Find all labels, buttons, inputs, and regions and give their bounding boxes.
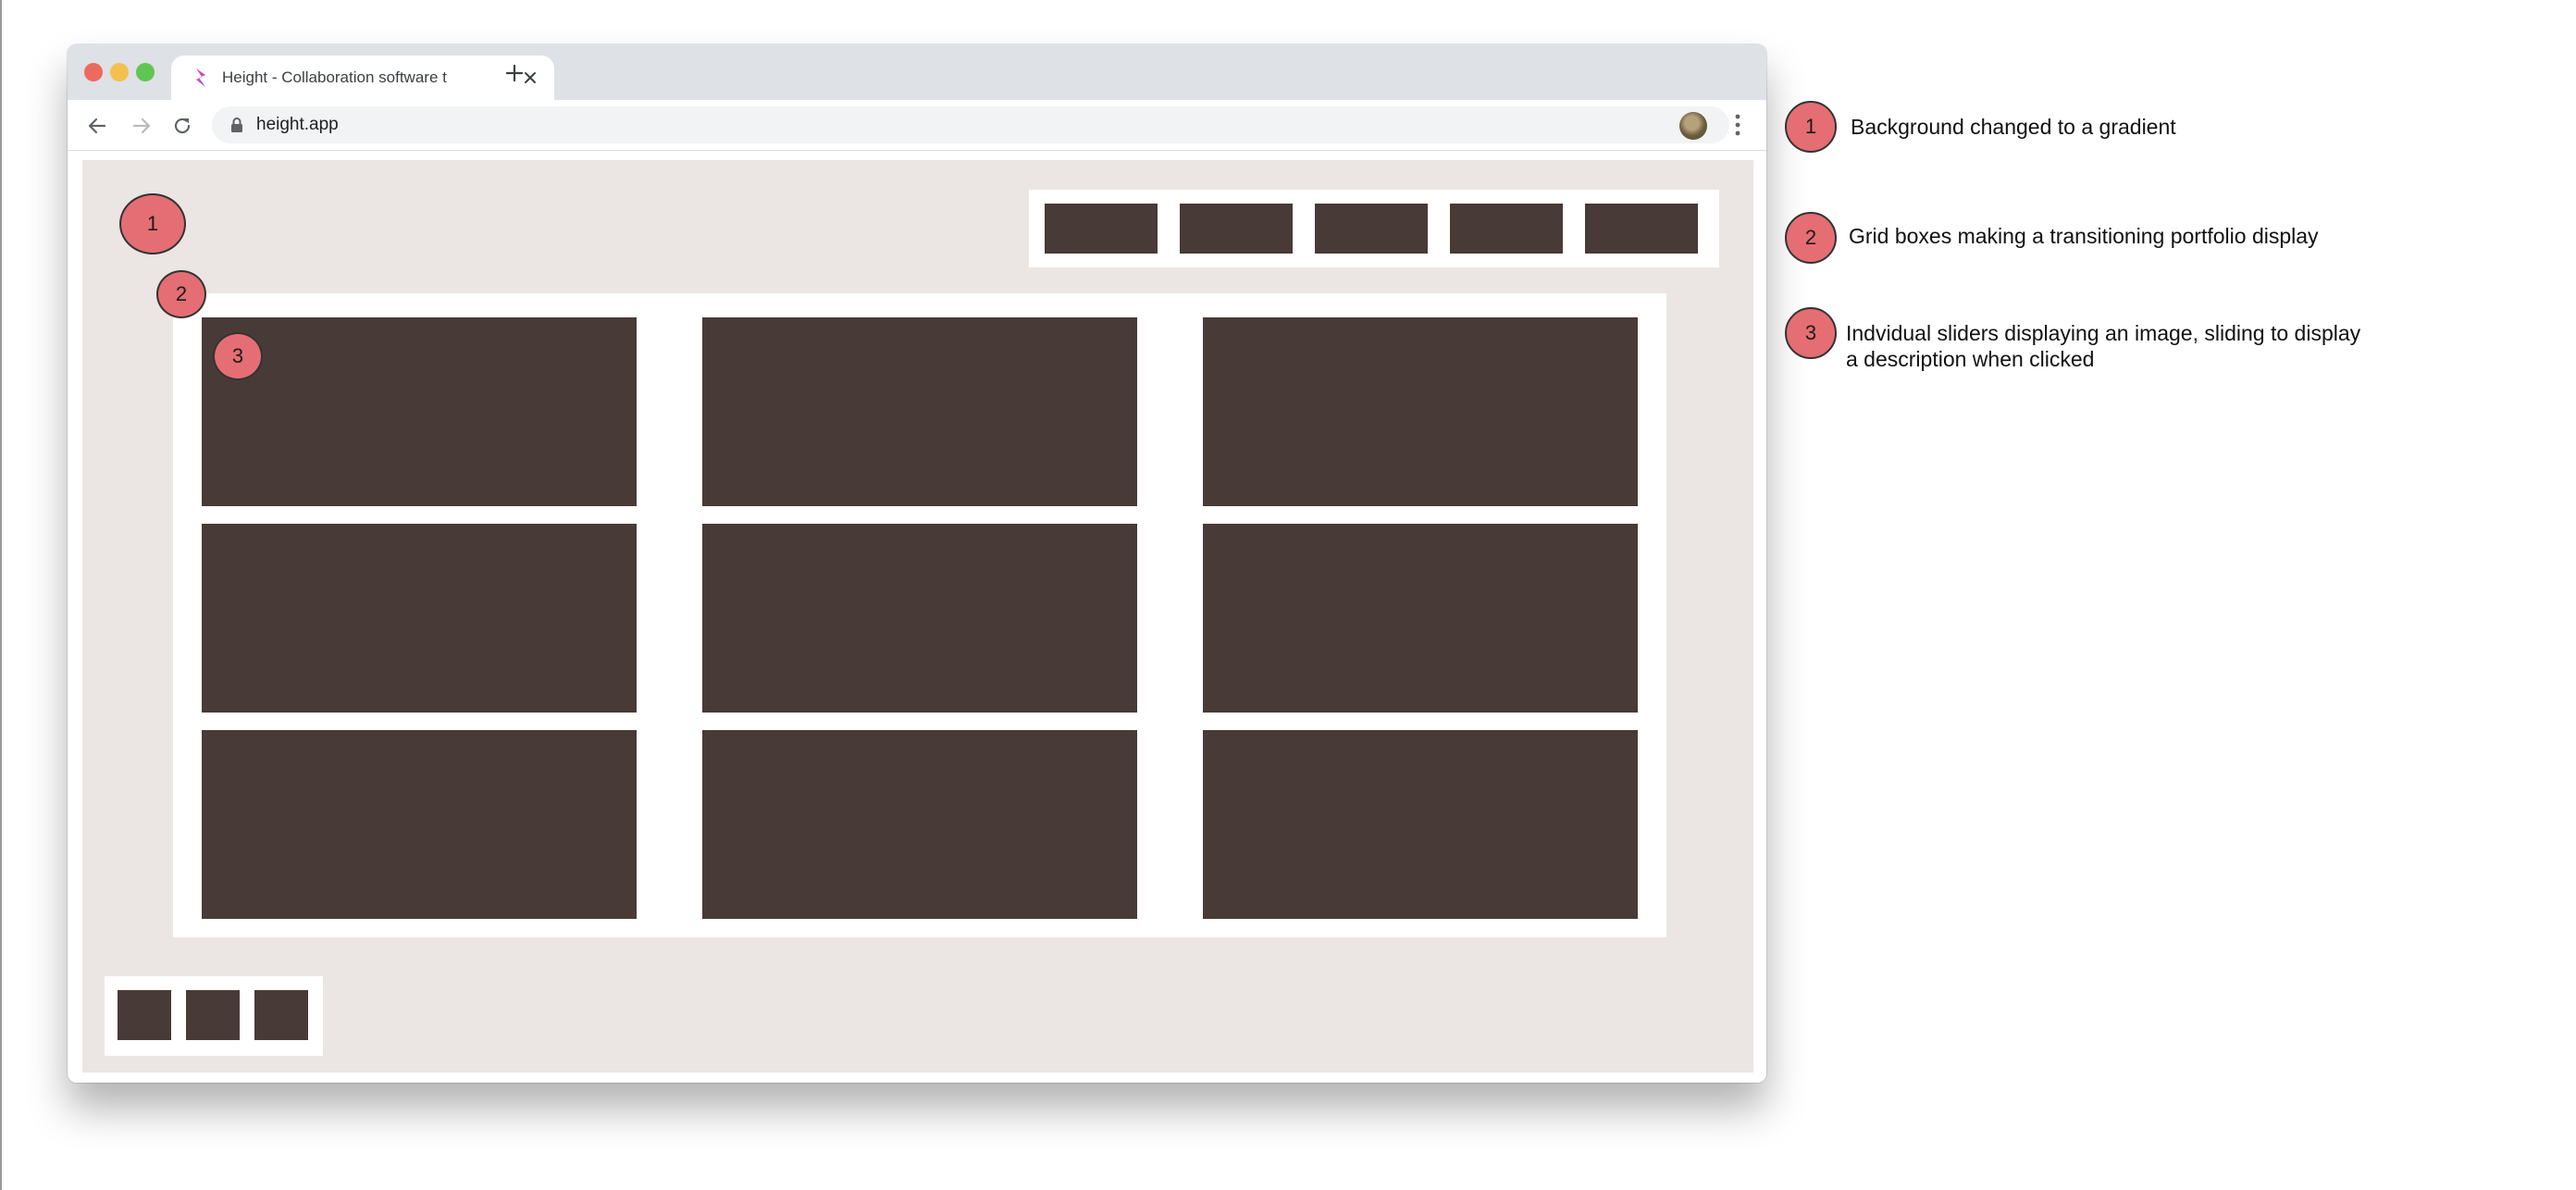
legend-marker-2: 2 [1785, 212, 1837, 264]
tab-strip: Height - Collaboration software t [68, 44, 1766, 100]
address-bar[interactable]: height.app [212, 106, 1729, 143]
page-left-border [0, 0, 2, 1190]
height-logo-icon [196, 68, 205, 87]
portfolio-slider[interactable] [702, 730, 1137, 919]
portfolio-slider[interactable] [1203, 730, 1638, 919]
nav-item-placeholder[interactable] [1045, 204, 1158, 254]
footer-panel [105, 976, 323, 1056]
lock-icon [231, 118, 242, 132]
legend-text-3-line-1: Indvidual sliders displaying an image, s… [1846, 321, 2361, 345]
forward-arrow-icon[interactable] [130, 115, 153, 137]
page-viewport: 1 2 3 [68, 151, 1766, 1083]
legend-text-3: Indvidual sliders displaying an image, s… [1846, 320, 2420, 372]
url-text: height.app [256, 115, 339, 134]
minimize-window-button[interactable] [110, 63, 129, 81]
browser-toolbar: height.app [68, 100, 1766, 151]
profile-avatar[interactable] [1679, 112, 1707, 140]
footer-item-placeholder[interactable] [254, 990, 308, 1040]
annotation-marker-1: 1 [119, 193, 186, 254]
back-arrow-icon[interactable] [86, 115, 108, 137]
legend-marker-3: 3 [1785, 307, 1837, 359]
annotation-marker-2: 2 [156, 270, 206, 318]
portfolio-slider[interactable] [202, 730, 637, 919]
maximize-window-button[interactable] [136, 63, 155, 81]
wireframe-canvas: 1 2 3 [82, 160, 1753, 1072]
portfolio-grid [173, 293, 1666, 937]
close-window-button[interactable] [84, 63, 103, 81]
footer-item-placeholder[interactable] [186, 990, 240, 1040]
portfolio-slider[interactable] [702, 317, 1137, 506]
new-tab-icon[interactable] [504, 63, 525, 83]
legend-marker-1: 1 [1785, 101, 1837, 153]
footer-item-placeholder[interactable] [118, 990, 171, 1040]
portfolio-slider[interactable] [1203, 524, 1638, 713]
browser-tab[interactable]: Height - Collaboration software t [171, 56, 554, 100]
nav-item-placeholder[interactable] [1450, 204, 1563, 254]
more-menu-icon[interactable] [1735, 113, 1740, 137]
nav-panel [1029, 190, 1719, 267]
portfolio-slider[interactable] [702, 524, 1137, 713]
tab-title: Height - Collaboration software t [222, 68, 447, 86]
portfolio-slider[interactable] [202, 317, 637, 506]
annotation-marker-3: 3 [213, 332, 263, 380]
reload-icon[interactable] [171, 115, 193, 137]
nav-item-placeholder[interactable] [1315, 204, 1428, 254]
portfolio-slider[interactable] [1203, 317, 1638, 506]
nav-item-placeholder[interactable] [1180, 204, 1293, 254]
portfolio-slider[interactable] [202, 524, 637, 713]
legend-text-2: Grid boxes making a transitioning portfo… [1849, 224, 2319, 248]
nav-item-placeholder[interactable] [1585, 204, 1698, 254]
legend-text-1: Background changed to a gradient [1851, 115, 2176, 139]
legend-text-3-line-2: a description when clicked [1846, 347, 2095, 371]
browser-window: Height - Collaboration software t height… [68, 44, 1766, 1083]
